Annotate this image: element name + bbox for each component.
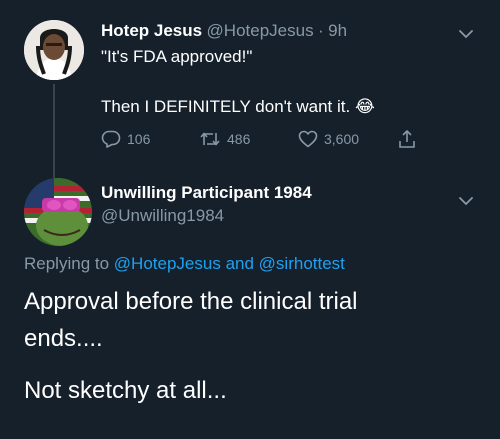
retweet-button[interactable]: 486 <box>199 130 250 148</box>
chevron-down-icon[interactable] <box>459 26 473 44</box>
display-name[interactable]: Hotep Jesus <box>101 21 202 40</box>
avatar-unwilling-participant[interactable] <box>24 178 92 246</box>
replying-to-prefix: Replying to <box>24 254 110 273</box>
user-handle[interactable]: @HotepJesus <box>207 21 314 40</box>
tweet1-text-content: Then I DEFINITELY don't want it. <box>101 97 351 116</box>
avatar-hotep-jesus[interactable] <box>24 20 84 80</box>
chevron-down-icon[interactable] <box>459 193 473 211</box>
tweet1-text-line1: "It's FDA approved!" <box>101 47 253 66</box>
like-count: 3,600 <box>324 131 360 147</box>
user-handle-2[interactable]: @Unwilling1984 <box>101 206 224 226</box>
retweet-count: 486 <box>227 131 251 147</box>
tweet2-text-line3: Not sketchy at all... <box>24 377 227 404</box>
mention-and: and <box>225 254 254 273</box>
reply-button[interactable]: 106 <box>101 130 150 148</box>
like-icon <box>298 130 318 148</box>
thread-connector-line <box>53 84 55 179</box>
timestamp[interactable]: 9h <box>328 21 347 40</box>
tweet2-text-line2: ends.... <box>24 325 103 352</box>
share-icon <box>399 130 415 148</box>
tweet1-header: Hotep Jesus @HotepJesus · 9h <box>101 21 347 41</box>
tweet1-text-line2: Then I DEFINITELY don't want it. 😂 <box>101 96 375 118</box>
separator-dot: · <box>318 21 324 40</box>
like-button[interactable]: 3,600 <box>298 130 359 148</box>
mention-hotepjesus[interactable]: @HotepJesus <box>114 254 221 273</box>
retweet-icon <box>200 132 220 146</box>
avatar-frog-image <box>24 178 92 246</box>
replying-to-line: Replying to @HotepJesus and @sirhottest <box>24 254 345 274</box>
mention-sirhottest[interactable]: @sirhottest <box>259 254 345 273</box>
laughing-emoji: 😂 <box>354 97 375 116</box>
reply-count: 106 <box>127 131 151 147</box>
display-name-2[interactable]: Unwilling Participant 1984 <box>101 183 312 203</box>
avatar-portrait-image <box>24 20 84 80</box>
tweet2-text-line1: Approval before the clinical trial <box>24 288 358 315</box>
share-button[interactable] <box>398 129 422 149</box>
reply-icon <box>101 130 121 148</box>
